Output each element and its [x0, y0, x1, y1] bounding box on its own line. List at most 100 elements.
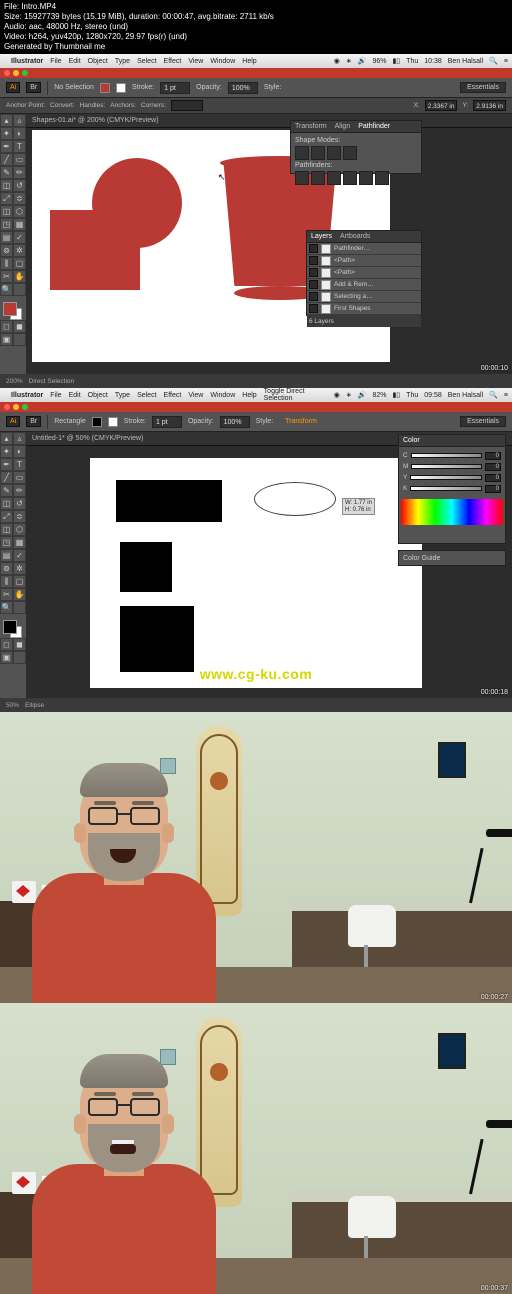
value-y[interactable]: 0 — [485, 474, 501, 482]
tab-color[interactable]: Color — [403, 437, 420, 444]
brush-tool[interactable]: ✎ — [0, 166, 13, 179]
stroke-weight-field[interactable]: 1 pt — [160, 82, 190, 94]
tab-layers[interactable]: Layers — [311, 233, 332, 240]
menu-view[interactable]: View — [188, 58, 203, 65]
pen-tool[interactable]: ✒ — [0, 140, 13, 153]
pencil-tool[interactable]: ✏ — [13, 484, 26, 497]
divide-icon[interactable] — [295, 171, 309, 185]
search-icon[interactable]: 🔍 — [489, 391, 498, 399]
black-square-large[interactable] — [120, 606, 194, 672]
blend-tool[interactable]: ⊚ — [0, 244, 13, 257]
rectangle-tool[interactable]: ▭ — [13, 471, 26, 484]
stroke-swatch[interactable] — [108, 417, 118, 427]
perspective-tool[interactable]: ◳ — [0, 218, 13, 231]
value-k[interactable]: 0 — [485, 485, 501, 493]
rotate-tool[interactable]: ↺ — [13, 179, 26, 192]
selection-tool[interactable]: ▴ — [0, 432, 13, 445]
crop-icon[interactable] — [343, 171, 357, 185]
bluetooth-icon[interactable]: ∗ — [346, 391, 352, 399]
value-m[interactable]: 0 — [485, 463, 501, 471]
rectangle-tool[interactable]: ▭ — [13, 153, 26, 166]
selection-tool[interactable]: ▴ — [0, 114, 13, 127]
menu-view[interactable]: View — [188, 392, 203, 399]
direct-selection-tool[interactable]: ▵ — [13, 432, 26, 445]
minimize-icon[interactable] — [13, 70, 19, 76]
perspective-tool[interactable]: ◳ — [0, 536, 13, 549]
hand-tool[interactable]: ✋ — [13, 588, 26, 601]
transform-link[interactable]: Transform — [285, 418, 317, 425]
wifi-icon[interactable]: ◉ — [334, 57, 340, 65]
gradient-tool[interactable]: ▤ — [0, 549, 13, 562]
trim-icon[interactable] — [311, 171, 325, 185]
tab-pathfinder[interactable]: Pathfinder — [358, 123, 390, 130]
menu-extras-icon[interactable]: ≡ — [504, 58, 508, 65]
opacity-field[interactable]: 100% — [220, 416, 250, 428]
app-name[interactable]: Illustrator — [11, 58, 43, 65]
opacity-field[interactable]: 100% — [228, 82, 258, 94]
menu-file[interactable]: File — [50, 392, 61, 399]
artboard-tool[interactable]: ▢ — [13, 257, 26, 270]
menu-help[interactable]: Help — [242, 58, 256, 65]
color-spectrum[interactable] — [401, 499, 503, 525]
close-icon[interactable] — [4, 70, 10, 76]
corners-field[interactable] — [171, 100, 203, 111]
rotate-tool[interactable]: ↺ — [13, 497, 26, 510]
slice-tool[interactable]: ✂ — [0, 588, 13, 601]
zoom-level[interactable]: 50% — [6, 702, 19, 709]
mesh-tool[interactable]: ▦ — [13, 218, 26, 231]
menu-select[interactable]: Select — [137, 58, 156, 65]
draw-mode-normal[interactable]: ◻ — [0, 638, 13, 651]
slider-y[interactable] — [410, 475, 482, 480]
magic-wand-tool[interactable]: ✦ — [0, 445, 13, 458]
fill-swatch[interactable] — [100, 83, 110, 93]
bluetooth-icon[interactable]: ∗ — [346, 57, 352, 65]
zoom-tool[interactable]: 🔍 — [0, 283, 13, 296]
merge-icon[interactable] — [327, 171, 341, 185]
battery-icon[interactable]: ▮▯ — [392, 391, 400, 399]
user-name[interactable]: Ben Halsall — [448, 392, 483, 399]
stroke-weight-field[interactable]: 1 pt — [152, 416, 182, 428]
visibility-toggle-icon[interactable] — [309, 292, 318, 301]
graph-tool[interactable]: ⫼ — [0, 575, 13, 588]
color-guide-panel[interactable]: Color Guide — [398, 550, 506, 566]
x-field[interactable]: 2.3367 in — [425, 100, 458, 111]
brush-tool[interactable]: ✎ — [0, 484, 13, 497]
menu-file[interactable]: File — [50, 58, 61, 65]
visibility-toggle-icon[interactable] — [309, 304, 318, 313]
exclude-icon[interactable] — [343, 146, 357, 160]
ellipse-outline[interactable] — [254, 482, 336, 516]
tab-artboards[interactable]: Artboards — [340, 233, 370, 240]
battery-icon[interactable]: ▮▯ — [392, 57, 400, 65]
tab-align[interactable]: Align — [335, 123, 351, 130]
fill-stroke-swatches[interactable] — [0, 300, 26, 320]
slider-k[interactable] — [410, 486, 482, 491]
line-tool[interactable]: ╱ — [0, 471, 13, 484]
menu-type[interactable]: Type — [115, 392, 130, 399]
black-rectangle-wide[interactable] — [116, 480, 222, 522]
fill-swatch[interactable] — [92, 417, 102, 427]
wifi-icon[interactable]: ◉ — [334, 391, 340, 399]
document-tab-1[interactable]: Shapes-01.ai* @ 200% (CMYK/Preview) — [26, 114, 512, 128]
workspace-switcher[interactable]: Essentials — [460, 82, 506, 93]
eraser-tool[interactable]: ◫ — [0, 497, 13, 510]
menu-window[interactable]: Window — [210, 58, 235, 65]
graph-tool[interactable]: ⫼ — [0, 257, 13, 270]
zoom-tool[interactable]: 🔍 — [0, 601, 13, 614]
symbol-sprayer-tool[interactable]: ✲ — [13, 244, 26, 257]
blend-tool[interactable]: ⊚ — [0, 562, 13, 575]
user-name[interactable]: Ben Halsall — [448, 58, 483, 65]
outline-icon[interactable] — [359, 171, 373, 185]
menu-help[interactable]: Help — [242, 392, 256, 399]
zoom-icon[interactable] — [22, 404, 28, 410]
pen-tool[interactable]: ✒ — [0, 458, 13, 471]
canvas-area-1[interactable]: Shapes-01.ai* @ 200% (CMYK/Preview) ↖ Tr… — [26, 114, 512, 374]
visibility-toggle-icon[interactable] — [309, 268, 318, 277]
menu-effect[interactable]: Effect — [164, 58, 182, 65]
search-icon[interactable]: 🔍 — [489, 57, 498, 65]
slider-c[interactable] — [411, 453, 482, 458]
draw-mode-behind[interactable]: ◼ — [13, 320, 26, 333]
screen-mode[interactable]: ▣ — [0, 333, 13, 346]
scale-tool[interactable]: ⤢ — [0, 510, 13, 523]
workspace-switcher[interactable]: Essentials — [460, 416, 506, 427]
direct-selection-tool[interactable]: ▵ — [13, 114, 26, 127]
